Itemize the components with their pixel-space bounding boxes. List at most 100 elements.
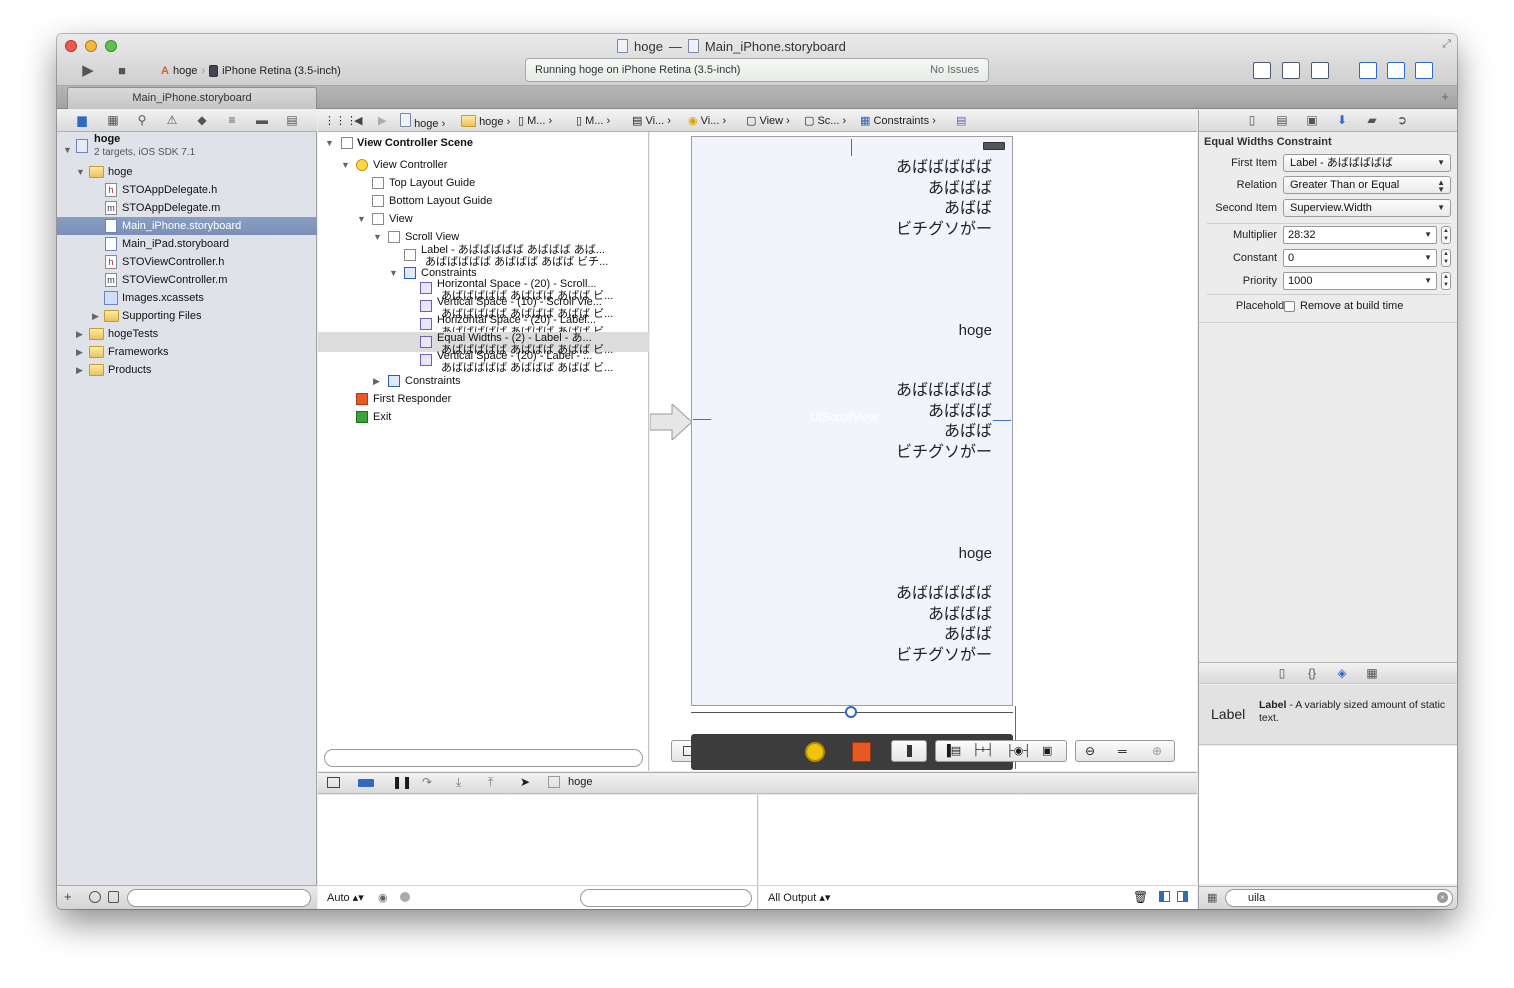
step-out-icon[interactable]: ⤒ [488, 775, 493, 790]
info-icon[interactable] [400, 892, 410, 902]
file-row[interactable]: h STOAppDelegate.h [57, 181, 317, 199]
resizing-behavior-icon[interactable]: ▣ [1042, 744, 1052, 757]
step-into-icon[interactable]: ⤓ [456, 775, 461, 790]
back-button[interactable]: ◀ [354, 113, 362, 129]
debug-target[interactable]: hoge [568, 776, 592, 788]
outline-view-controller-row[interactable]: ▼ View Controller [318, 156, 649, 174]
outline-bottom-layout-guide-row[interactable]: Bottom Layout Guide [318, 192, 649, 210]
trash-icon[interactable]: 🗑 [1133, 890, 1148, 904]
project-row[interactable]: ▼ hoge 2 targets, iOS SDK 7.1 [57, 133, 317, 163]
minimize-window-button[interactable] [85, 40, 97, 52]
show-variables-icon[interactable] [1159, 891, 1170, 902]
scroll-view-frame[interactable]: あばばばばば あばばば あばば ビチグソがー hoge あばばばばば あばばば … [691, 136, 1013, 706]
crumb-view[interactable]: ▢ View › [746, 113, 790, 129]
disclosure-open-icon[interactable]: ▼ [325, 134, 334, 152]
first-item-popup[interactable]: Label - あばばばばば ▼ [1283, 154, 1451, 172]
disclosure-closed-icon[interactable]: ▶ [92, 307, 99, 325]
disclosure-open-icon[interactable]: ▼ [357, 210, 366, 228]
issue-navigator-icon[interactable]: ⚠ [165, 114, 179, 127]
group-row[interactable]: ▶ Frameworks [57, 343, 317, 361]
outline-view-row[interactable]: ▼ View [318, 210, 649, 228]
symbol-navigator-icon[interactable]: ▦ [106, 114, 120, 127]
resize-button[interactable] [891, 740, 927, 762]
new-tab-button[interactable]: + [1441, 89, 1449, 104]
crumb-constraints[interactable]: ▦ Constraints › [860, 113, 936, 129]
size-inspector-icon[interactable]: ▰ [1365, 114, 1379, 127]
file-inspector-icon[interactable]: ▯ [1245, 114, 1259, 127]
group-row[interactable]: ▶ hogeTests [57, 325, 317, 343]
variables-filter-input[interactable] [580, 889, 752, 907]
crumb-scene[interactable]: ▤ Vi... › [632, 113, 671, 129]
object-library-icon[interactable]: ◈ [1335, 667, 1349, 680]
relation-popup[interactable]: Greater Than or Equal ▲ ▼ [1283, 176, 1451, 194]
file-row[interactable]: h STOViewController.h [57, 253, 317, 271]
outline-filter-input[interactable] [324, 749, 643, 767]
outline-constraint-row[interactable]: Vertical Space - (10) - Scroll Vie... あば… [318, 296, 649, 320]
log-navigator-icon[interactable]: ▤ [285, 114, 299, 127]
file-row-selected[interactable]: Main_iPhone.storyboard [57, 217, 317, 235]
search-navigator-icon[interactable]: ⚲ [135, 114, 149, 127]
library-item-label[interactable]: Label Label - A variably sized amount of… [1199, 685, 1457, 745]
japanese-label[interactable]: あばばばばば あばばば あばば ビチグソがー [896, 381, 992, 463]
file-row[interactable]: Main_iPad.storyboard [57, 235, 317, 253]
identity-inspector-icon[interactable]: ▣ [1305, 114, 1319, 127]
view-controller-icon[interactable] [805, 742, 825, 762]
outline-constraint-row[interactable]: Vertical Space - (20) - Label - ... あばばば… [318, 350, 649, 374]
priority-stepper[interactable]: ▲ ▼ [1441, 272, 1451, 290]
zoom-out-icon[interactable]: ⊖ [1085, 744, 1095, 758]
scm-status-icon[interactable] [108, 891, 119, 903]
japanese-label[interactable]: あばばばばば あばばば あばば ビチグソがー [896, 584, 992, 666]
zoom-actual-icon[interactable]: ═ [1118, 744, 1127, 758]
clear-search-icon[interactable]: × [1437, 892, 1448, 903]
console-output-popup[interactable]: All Output ▴▾ [768, 891, 830, 904]
related-items-icon[interactable]: ⋮⋮⋮ [324, 113, 357, 129]
hoge-label[interactable]: hoge [959, 321, 992, 342]
disclosure-open-icon[interactable]: ▼ [341, 156, 350, 174]
resolve-issues-icon[interactable]: ├◉┤ [1006, 744, 1031, 757]
project-navigator-icon[interactable]: ▆ [75, 114, 89, 127]
multiplier-field[interactable]: 28:32 ▼ [1283, 226, 1437, 244]
recent-files-icon[interactable] [89, 891, 101, 903]
debug-navigator-icon[interactable]: ≡ [225, 114, 239, 127]
connections-inspector-icon[interactable]: ➲ [1395, 114, 1409, 127]
assistant-editor-icon[interactable] [1282, 62, 1300, 79]
run-button[interactable]: ▶ [79, 61, 97, 81]
group-row[interactable]: ▶ Supporting Files [57, 307, 317, 325]
file-template-library-icon[interactable]: ▯ [1275, 667, 1289, 680]
standard-editor-icon[interactable] [1253, 62, 1271, 79]
zoom-window-button[interactable] [105, 40, 117, 52]
quick-help-icon[interactable]: ▤ [1275, 114, 1289, 127]
media-library-icon[interactable]: ▦ [1365, 667, 1379, 680]
attributes-inspector-icon[interactable]: ⬇ [1335, 114, 1349, 127]
crumb-view-controller[interactable]: ◉ Vi... › [688, 113, 726, 129]
group-row-hoge[interactable]: ▼ hoge [57, 163, 317, 181]
file-row[interactable]: m STOAppDelegate.m [57, 199, 317, 217]
toggle-debug-area-icon[interactable] [1387, 62, 1405, 79]
outline-top-layout-guide-row[interactable]: Top Layout Guide [318, 174, 649, 192]
disclosure-open-icon[interactable]: ▼ [76, 163, 85, 181]
stop-button[interactable]: ■ [113, 61, 131, 81]
second-item-popup[interactable]: Superview.Width ▼ [1283, 199, 1451, 217]
file-row[interactable]: Images.xcassets [57, 289, 317, 307]
close-window-button[interactable] [65, 40, 77, 52]
disclosure-closed-icon[interactable]: ▶ [373, 372, 380, 390]
pause-icon[interactable]: ❚❚ [392, 775, 412, 789]
multiplier-stepper[interactable]: ▲ ▼ [1441, 226, 1451, 244]
code-snippet-library-icon[interactable]: {} [1305, 667, 1319, 680]
simulate-location-icon[interactable]: ➤ [520, 775, 530, 789]
toggle-utilities-icon[interactable] [1415, 62, 1433, 79]
tab-main-iphone-storyboard[interactable]: Main_iPhone.storyboard [67, 87, 317, 109]
outline-view-constraints-row[interactable]: ▶ Constraints [318, 372, 649, 390]
eye-icon[interactable]: ◉ [378, 891, 388, 904]
group-row[interactable]: ▶ Products [57, 361, 317, 379]
outline-constraint-row[interactable]: Horizontal Space - (20) - Label... あばばばば… [318, 314, 649, 338]
outline-constraint-row-selected[interactable]: Equal Widths - (2) - Label - あ... あばばばばば… [318, 332, 649, 356]
crumb-group[interactable]: hoge › [461, 113, 510, 129]
outline-constraint-row[interactable]: Horizontal Space - (20) - Scroll... あばばば… [318, 278, 649, 302]
constant-stepper[interactable]: ▲ ▼ [1441, 249, 1451, 267]
outline-first-responder-row[interactable]: First Responder [318, 390, 649, 408]
test-navigator-icon[interactable]: ◆ [195, 114, 209, 127]
fullscreen-icon[interactable]: ⤢ [1442, 38, 1451, 51]
hide-debug-area-icon[interactable] [327, 777, 340, 788]
remove-at-build-time-checkbox[interactable] [1284, 301, 1295, 312]
